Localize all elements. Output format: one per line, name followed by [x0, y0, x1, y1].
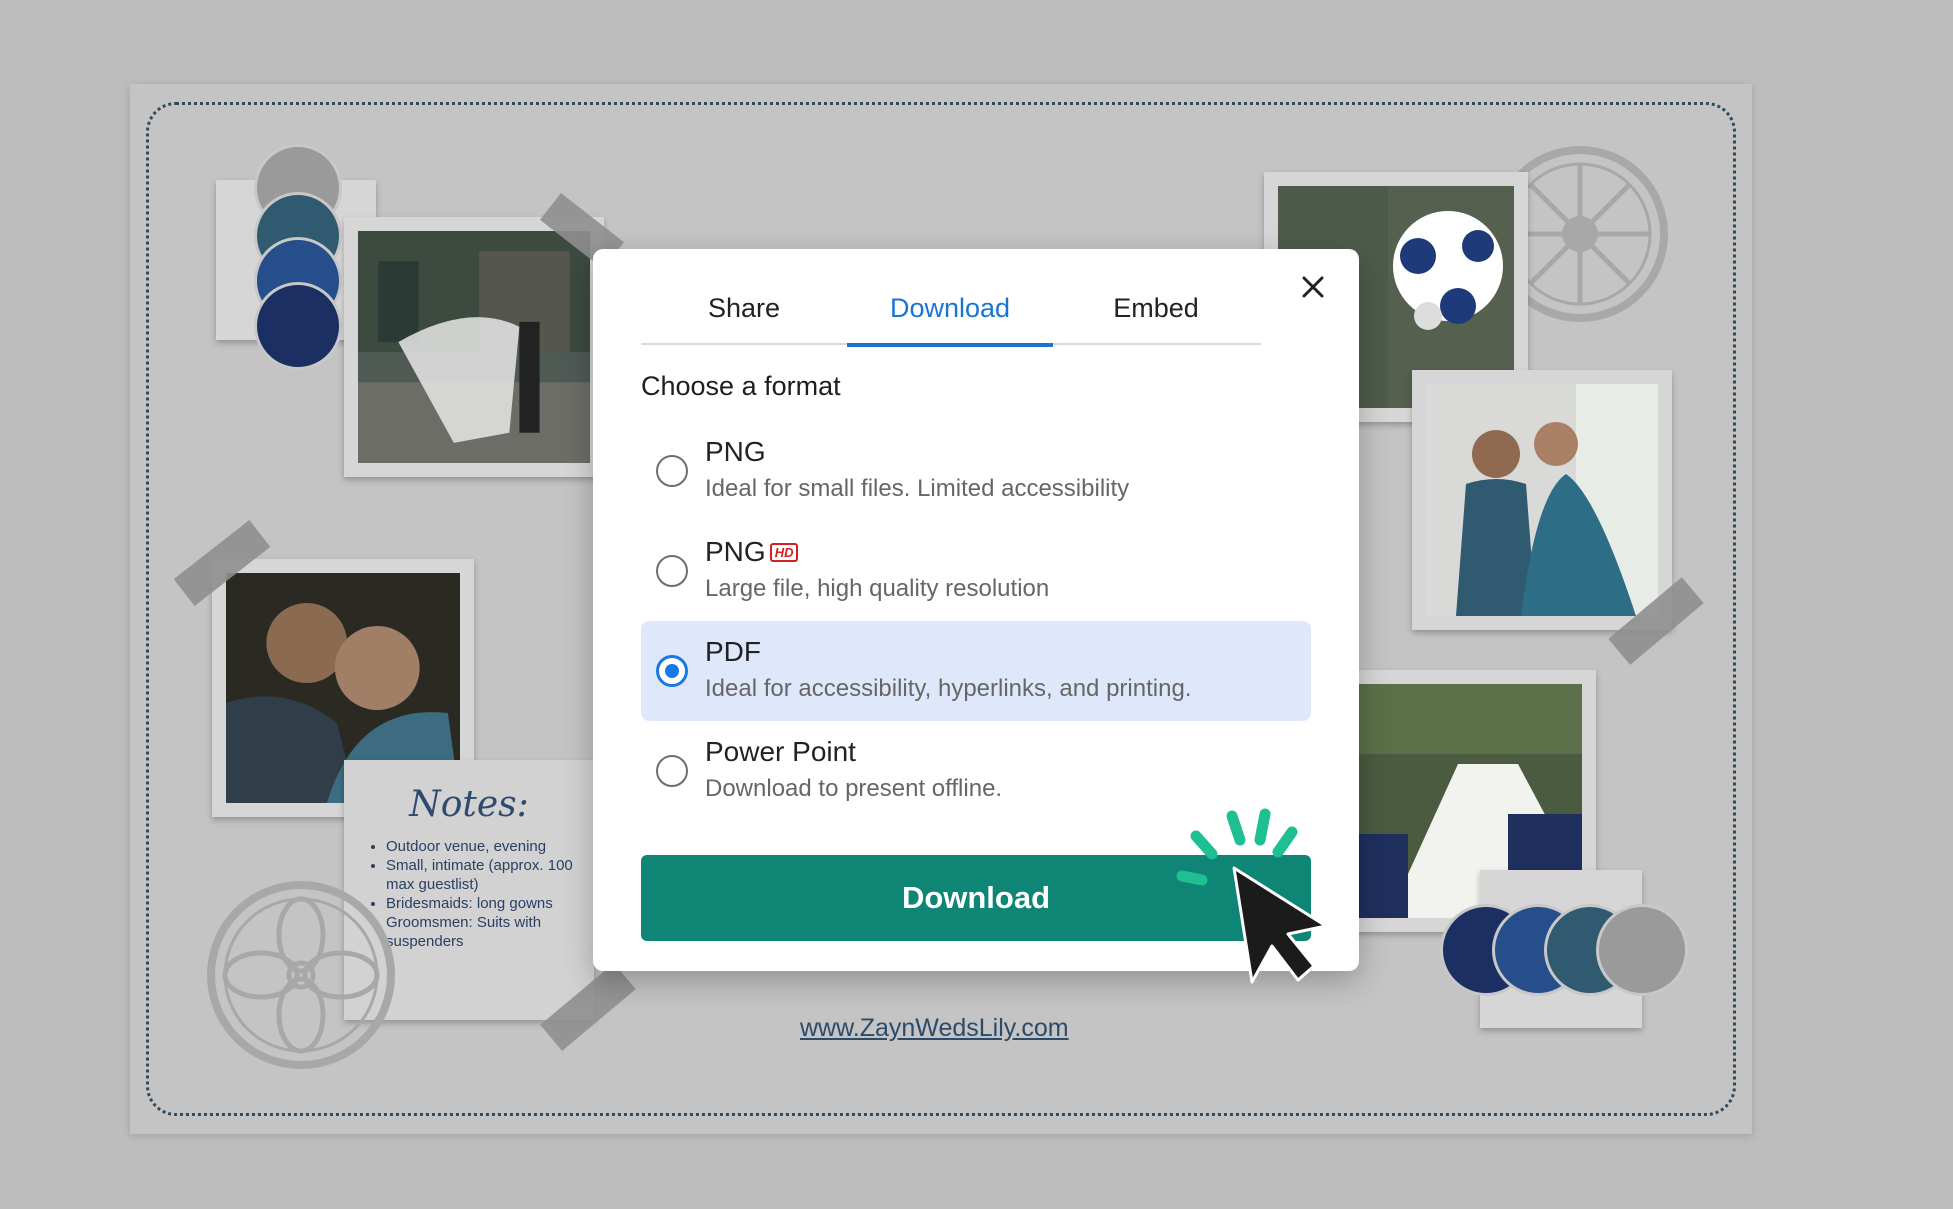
- list-item: Small, intimate (approx. 100 max guestli…: [386, 856, 576, 894]
- option-description: Download to present offline.: [705, 775, 1003, 802]
- list-item: Groomsmen: Suits with suspenders: [386, 913, 576, 951]
- website-link[interactable]: www.ZaynWedsLily.com: [800, 1014, 1069, 1043]
- tab-bar: Share Download Embed: [641, 271, 1261, 347]
- mouse-pointer-icon: [1176, 808, 1328, 984]
- option-name: Power Point: [705, 736, 856, 767]
- format-option-png[interactable]: PNG Ideal for small files. Limited acces…: [641, 421, 1311, 521]
- option-name: PDF: [705, 636, 761, 667]
- close-icon: [1302, 276, 1324, 298]
- list-item: Bridesmaids: long gowns: [386, 894, 576, 913]
- format-option-png-hd[interactable]: PNG HD Large file, high quality resoluti…: [641, 521, 1311, 621]
- option-name: PNG HD: [705, 536, 799, 568]
- photo-couple-blue: [1412, 370, 1672, 630]
- color-swatch: [254, 282, 342, 370]
- color-swatch: [1596, 904, 1688, 996]
- flower-mandala-icon: [206, 880, 396, 1070]
- option-name-text: PNG: [705, 536, 766, 567]
- radio-button[interactable]: [656, 555, 688, 587]
- radio-button-selected[interactable]: [656, 655, 688, 687]
- option-name: PNG: [705, 436, 766, 467]
- option-description: Ideal for small files. Limited accessibi…: [705, 475, 1130, 502]
- tab-share[interactable]: Share: [641, 271, 847, 345]
- hd-badge: HD: [769, 542, 799, 562]
- tab-embed[interactable]: Embed: [1053, 271, 1259, 345]
- list-item: Outdoor venue, evening: [386, 837, 576, 856]
- option-description: Large file, high quality resolution: [705, 575, 1050, 602]
- section-title: Choose a format: [641, 371, 841, 401]
- radio-button[interactable]: [656, 455, 688, 487]
- notes-title: Notes:: [409, 784, 529, 825]
- photo-couple-veil: [344, 217, 604, 477]
- tab-download[interactable]: Download: [847, 271, 1053, 347]
- close-button[interactable]: [1293, 267, 1333, 307]
- option-description: Ideal for accessibility, hyperlinks, and…: [705, 675, 1192, 702]
- radio-button[interactable]: [656, 755, 688, 787]
- format-option-pdf[interactable]: PDF Ideal for accessibility, hyperlinks,…: [641, 621, 1311, 721]
